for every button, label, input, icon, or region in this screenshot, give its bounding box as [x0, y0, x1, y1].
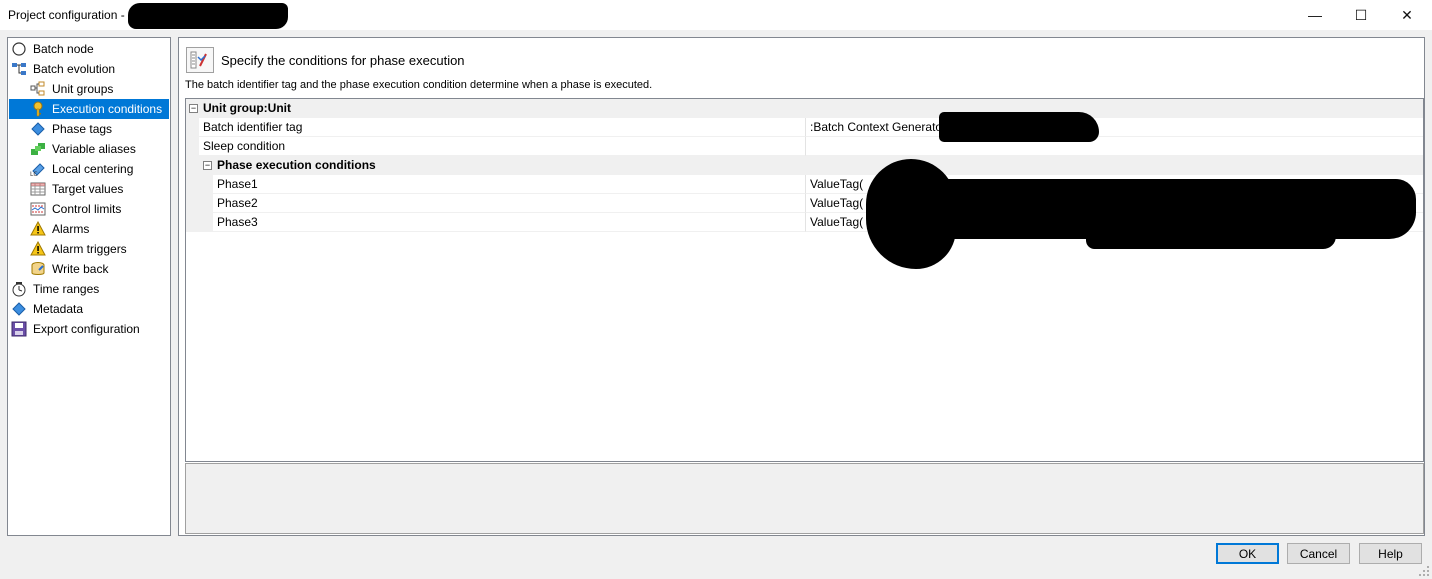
warning-icon — [30, 221, 46, 237]
clock-icon — [11, 281, 27, 297]
property-value[interactable] — [805, 137, 1423, 156]
tree-item-batch-evolution[interactable]: Batch evolution — [11, 59, 169, 79]
tree-item-label: Control limits — [52, 202, 122, 216]
tree-item-export-configuration[interactable]: Export configuration — [11, 319, 169, 339]
close-button[interactable]: ✕ — [1384, 0, 1430, 30]
content-panel: Specify the conditions for phase executi… — [178, 37, 1425, 536]
local-centering-icon: LC — [30, 161, 46, 177]
cancel-button[interactable]: Cancel — [1287, 543, 1350, 564]
tree-item-alarms[interactable]: Alarms — [30, 219, 169, 239]
tree-item-label: Local centering — [52, 162, 134, 176]
category-label: Unit group:Unit — [199, 99, 805, 118]
svg-text:LC: LC — [30, 171, 38, 177]
ok-button[interactable]: OK — [1216, 543, 1279, 564]
tree-item-label: Alarms — [52, 222, 90, 236]
window-title: Project configuration - — [8, 8, 125, 22]
property-grid[interactable]: − Unit group:Unit Batch identifier tag :… — [185, 98, 1424, 462]
help-button[interactable]: Help — [1359, 543, 1422, 564]
property-row[interactable]: Batch identifier tag :Batch Context Gene… — [186, 118, 1423, 137]
phase-label: Phase2 — [213, 194, 805, 213]
tree-item-label: Variable aliases — [52, 142, 136, 156]
description-area — [185, 463, 1424, 534]
circle-node-icon — [11, 41, 27, 57]
title-bar: Project configuration - — ☐ ✕ — [0, 0, 1432, 30]
diamond-tag-icon — [30, 121, 46, 137]
unit-groups-icon — [30, 81, 46, 97]
minimize-icon: — — [1308, 7, 1322, 23]
tree-item-label: Export configuration — [33, 322, 140, 336]
tree-item-metadata[interactable]: Metadata — [11, 299, 169, 319]
maximize-icon: ☐ — [1354, 6, 1368, 23]
tree-item-time-ranges[interactable]: Time ranges — [11, 279, 169, 299]
tree-item-label: Execution conditions — [52, 102, 163, 116]
floppy-disk-icon — [11, 321, 27, 337]
navigation-tree[interactable]: Batch node Batch evolution Unit groups E… — [7, 37, 171, 536]
tree-item-label: Batch node — [33, 42, 94, 56]
tree-item-variable-aliases[interactable]: Variable aliases — [30, 139, 169, 159]
tree-item-alarm-triggers[interactable]: Alarm triggers — [30, 239, 169, 259]
property-label: Batch identifier tag — [199, 118, 805, 137]
conditions-icon — [186, 47, 214, 73]
collapse-toggle-icon[interactable]: − — [203, 161, 212, 170]
tree-item-label: Time ranges — [33, 282, 100, 296]
category-row[interactable]: − Unit group:Unit — [186, 99, 1423, 118]
redaction-mark — [1086, 219, 1336, 249]
redaction-mark — [939, 112, 1099, 142]
tree-item-label: Batch evolution — [33, 62, 116, 76]
resize-grip-icon[interactable] — [1418, 565, 1430, 577]
collapse-toggle-icon[interactable]: − — [189, 104, 198, 113]
minimize-button[interactable]: — — [1292, 0, 1338, 30]
diamond-tag-icon — [11, 301, 27, 317]
tree-item-label: Target values — [52, 182, 124, 196]
phase-label: Phase3 — [213, 213, 805, 232]
tree-item-label: Unit groups — [52, 82, 114, 96]
tree-item-label: Metadata — [33, 302, 84, 316]
phase-label: Phase1 — [213, 175, 805, 194]
tree-item-label: Phase tags — [52, 122, 113, 136]
green-blocks-icon — [30, 141, 46, 157]
tree-item-local-centering[interactable]: LC Local centering — [30, 159, 169, 179]
key-icon — [30, 101, 46, 117]
tree-item-batch-node[interactable]: Batch node — [11, 39, 169, 59]
tree-item-unit-groups[interactable]: Unit groups — [30, 79, 169, 99]
tree-item-control-limits[interactable]: Control limits — [30, 199, 169, 219]
tree-item-execution-conditions[interactable]: Execution conditions — [9, 99, 169, 119]
hierarchy-icon — [11, 61, 27, 77]
subcategory-row[interactable]: − Phase execution conditions — [186, 156, 1423, 175]
tree-item-target-values[interactable]: Target values — [30, 179, 169, 199]
property-label: Sleep condition — [199, 137, 805, 156]
tree-item-label: Write back — [52, 262, 109, 276]
property-value[interactable]: :Batch Context Generator — [805, 118, 1423, 137]
warning-icon — [30, 241, 46, 257]
panel-title: Specify the conditions for phase executi… — [221, 53, 465, 68]
subcategory-label: Phase execution conditions — [213, 156, 805, 175]
panel-description: The batch identifier tag and the phase e… — [185, 79, 653, 91]
tree-item-write-back[interactable]: Write back — [30, 259, 169, 279]
database-write-icon — [30, 261, 46, 277]
property-row[interactable]: Sleep condition — [186, 137, 1423, 156]
close-icon: ✕ — [1401, 6, 1413, 23]
redaction-mark — [128, 3, 288, 29]
table-grid-icon — [30, 181, 46, 197]
tree-item-label: Alarm triggers — [52, 242, 127, 256]
maximize-button[interactable]: ☐ — [1338, 0, 1384, 30]
tree-item-phase-tags[interactable]: Phase tags — [30, 119, 169, 139]
chart-limits-icon — [30, 201, 46, 217]
